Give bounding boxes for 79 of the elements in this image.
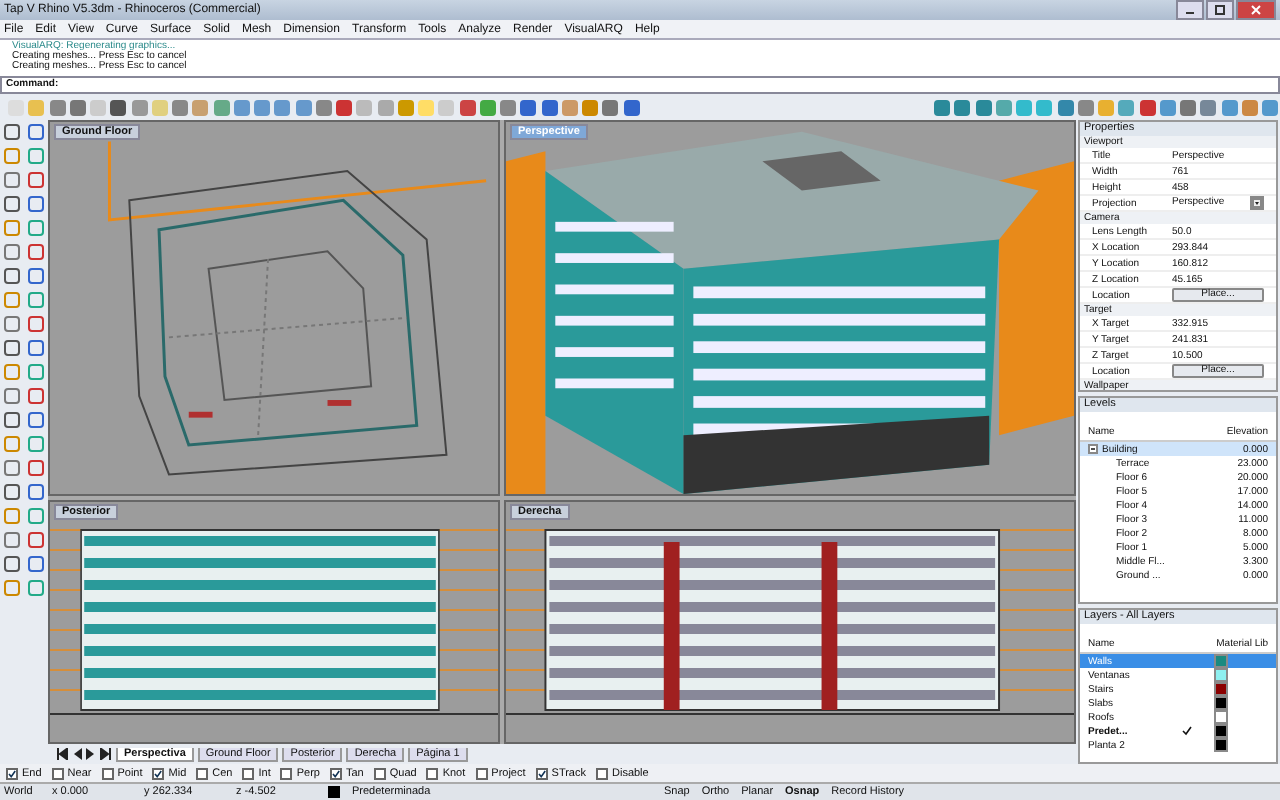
tool-button[interactable]	[0, 168, 24, 193]
tool-button[interactable]	[24, 528, 48, 553]
tool-button[interactable]	[24, 264, 48, 289]
collapse-icon[interactable]	[1088, 444, 1098, 455]
tool-button[interactable]	[24, 480, 48, 505]
toolbar-button[interactable]	[952, 95, 973, 120]
tool-button[interactable]	[24, 336, 48, 361]
checkbox-icon[interactable]	[196, 767, 209, 780]
tool-button[interactable]	[24, 312, 48, 337]
tool-button[interactable]	[24, 552, 48, 577]
toolbar-button[interactable]	[498, 95, 519, 120]
toolbar-button[interactable]	[1218, 95, 1240, 120]
toolbar-button[interactable]	[621, 95, 642, 120]
checkbox-icon[interactable]	[426, 767, 439, 780]
toolbar-button[interactable]	[1075, 95, 1096, 120]
layer-color-swatch[interactable]	[1216, 740, 1226, 751]
toolbar-button[interactable]	[457, 95, 478, 120]
toolbar-button[interactable]	[170, 95, 191, 120]
tool-button[interactable]	[0, 192, 24, 217]
tool-button[interactable]	[24, 192, 48, 217]
tool-button[interactable]	[0, 456, 24, 481]
layer-color-swatch[interactable]	[1216, 726, 1226, 737]
tool-button[interactable]	[24, 456, 48, 481]
checkbox-icon[interactable]	[535, 767, 548, 780]
toolbar-button[interactable]	[539, 95, 560, 120]
checkbox-icon[interactable]	[152, 767, 165, 780]
tool-button[interactable]	[24, 120, 48, 145]
toolbar-button[interactable]	[334, 95, 355, 120]
layer-color-swatch[interactable]	[1216, 670, 1226, 681]
tool-button[interactable]	[0, 336, 24, 361]
tool-button[interactable]	[0, 408, 24, 433]
checkbox-icon[interactable]	[51, 767, 64, 780]
toolbar-button[interactable]	[108, 95, 129, 120]
tool-button[interactable]	[0, 120, 24, 145]
layer-color-swatch[interactable]	[1216, 656, 1226, 667]
tool-button[interactable]	[24, 384, 48, 409]
checkbox-icon[interactable]	[242, 767, 255, 780]
next-tab-icon[interactable]	[86, 748, 96, 761]
layer-color-swatch	[328, 786, 340, 799]
tool-button[interactable]	[24, 168, 48, 193]
tool-button[interactable]	[0, 480, 24, 505]
layer-color-swatch[interactable]	[1216, 698, 1226, 709]
tool-button[interactable]	[24, 408, 48, 433]
toolbar-button[interactable]	[313, 95, 334, 120]
toolbar-button[interactable]	[1177, 95, 1199, 120]
checkbox-icon[interactable]	[101, 767, 114, 780]
toolbar-button[interactable]	[1259, 95, 1280, 120]
checkbox-icon[interactable]	[6, 767, 18, 780]
toolbar-button[interactable]	[1157, 95, 1178, 120]
tool-button[interactable]	[0, 264, 24, 289]
checkbox-icon[interactable]	[373, 767, 386, 780]
tool-button[interactable]	[0, 240, 24, 265]
tool-button[interactable]	[0, 384, 24, 409]
dropdown-arrow-icon[interactable]	[1250, 196, 1264, 211]
checkbox-icon[interactable]	[329, 767, 342, 780]
toolbar-button[interactable]	[518, 95, 539, 120]
checkbox-icon[interactable]	[475, 767, 488, 780]
tool-button[interactable]	[0, 528, 24, 553]
toolbar-button[interactable]	[1136, 95, 1158, 120]
tool-button[interactable]	[0, 552, 24, 577]
previous-tab-icon[interactable]	[72, 748, 82, 761]
tool-button[interactable]	[24, 240, 48, 265]
layer-color-swatch[interactable]	[1216, 712, 1226, 723]
check-icon	[1182, 726, 1192, 737]
layer-color-swatch[interactable]	[1216, 684, 1226, 695]
toolbar-button[interactable]	[931, 95, 953, 120]
toolbar-button[interactable]	[1198, 95, 1219, 120]
checkbox-icon[interactable]	[596, 767, 608, 780]
maximize-icon[interactable]	[1212, 4, 1228, 16]
toolbar-button[interactable]	[67, 95, 88, 120]
toolbar-button[interactable]	[1054, 95, 1076, 120]
close-icon[interactable]	[1248, 4, 1264, 16]
toolbar-button[interactable]	[972, 95, 994, 120]
toolbar-button[interactable]	[600, 95, 621, 120]
last-tab-icon[interactable]	[100, 748, 112, 761]
checkbox-icon[interactable]	[280, 767, 293, 780]
tool-button[interactable]	[0, 312, 24, 337]
first-tab-icon[interactable]	[56, 748, 68, 761]
toolbar-button[interactable]	[47, 95, 68, 120]
